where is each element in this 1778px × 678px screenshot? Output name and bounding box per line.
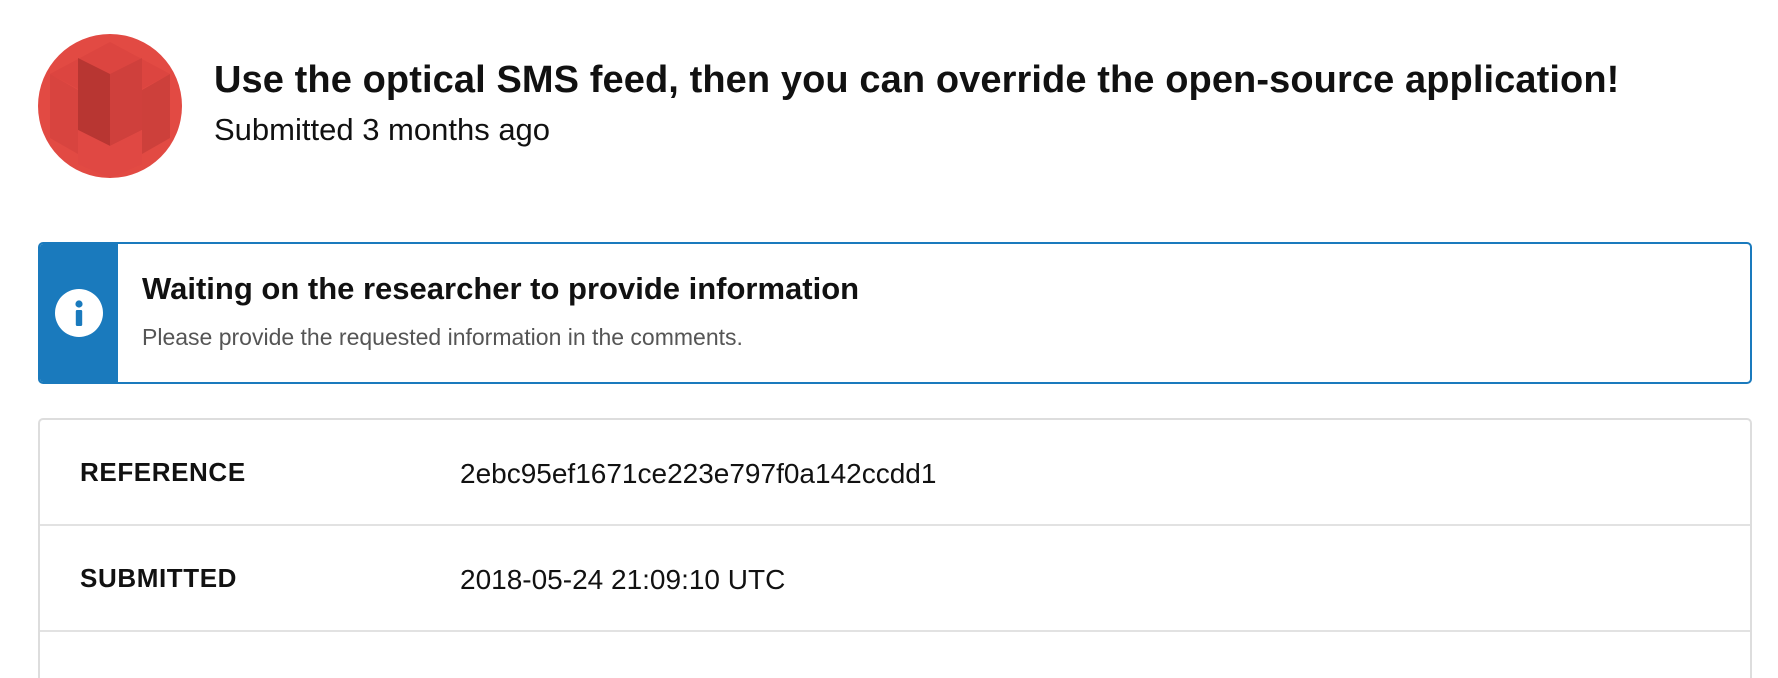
banner-icon-panel: [40, 244, 118, 382]
submitted-ago: Submitted 3 months ago: [214, 112, 551, 147]
reference-value: 2ebc95ef1671ce223e797f0a142ccdd1: [460, 458, 937, 489]
status-title: Waiting on the researcher to provide inf…: [142, 271, 860, 306]
detail-row-reference: REFERENCE 2ebc95ef1671ce223e797f0a142ccd…: [40, 420, 1750, 526]
status-banner: Waiting on the researcher to provide inf…: [38, 242, 1752, 384]
detail-label: REFERENCE: [80, 456, 246, 487]
page-title: Use the optical SMS feed, then you can o…: [214, 59, 1620, 101]
info-icon: [55, 289, 103, 337]
detail-row-submitted: SUBMITTED 2018-05-24 21:09:10 UTC: [40, 526, 1750, 632]
detail-label: SUBMITTED: [80, 562, 238, 593]
avatar-geometric-icon: [38, 34, 182, 178]
status-message: Please provide the requested information…: [142, 324, 743, 350]
details-table: REFERENCE 2ebc95ef1671ce223e797f0a142ccd…: [38, 418, 1752, 678]
avatar: [38, 34, 182, 178]
submitted-value: 2018-05-24 21:09:10 UTC: [460, 564, 786, 595]
report-header: Use the optical SMS feed, then you can o…: [38, 34, 1619, 178]
